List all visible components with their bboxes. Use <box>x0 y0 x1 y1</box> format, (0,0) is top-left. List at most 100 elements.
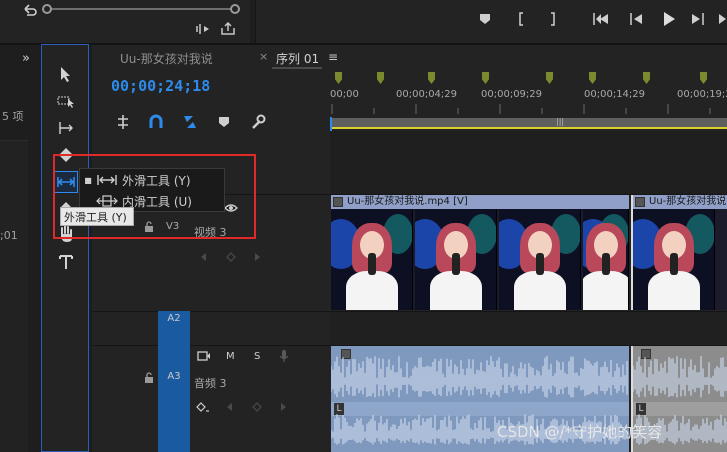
fx-badge-icon <box>333 197 343 207</box>
marker-icon <box>219 117 229 127</box>
fx-badge-icon <box>635 197 645 207</box>
wrench-icon <box>252 114 266 129</box>
undo-icon[interactable] <box>22 2 38 18</box>
export-frame-icon[interactable] <box>220 22 236 36</box>
clip-title: Uu-那女孩对我说 <box>649 196 727 207</box>
prev-keyframe-icon <box>227 403 232 411</box>
add-marker-icon[interactable] <box>478 12 492 26</box>
highlight-annotation <box>53 154 256 239</box>
items-count: 5 项 <box>2 110 24 123</box>
ruler-marker[interactable] <box>377 72 384 84</box>
microphone-icon[interactable] <box>279 349 289 363</box>
empty-track-area <box>330 131 727 194</box>
prev-keyframe-icon <box>201 253 206 261</box>
linked-selection-icon <box>184 116 196 128</box>
video-clip[interactable]: Uu-那女孩对我说.mp4 [V] <box>331 195 629 310</box>
go-to-out-icon[interactable] <box>718 12 727 26</box>
selection-tool-button[interactable] <box>55 63 77 85</box>
tools-panel <box>41 44 89 452</box>
ruler-marker[interactable] <box>482 72 489 84</box>
tab-close-icon[interactable]: × <box>259 50 268 63</box>
clip-title: Uu-那女孩对我说.mp4 [V] <box>347 196 468 207</box>
source-monitor-controls <box>0 0 250 43</box>
type-icon <box>59 255 73 269</box>
source-scrubber[interactable] <box>42 4 240 14</box>
ruler-ticks <box>331 104 711 114</box>
keyframe-nav <box>201 252 260 262</box>
active-tab-indicator <box>272 67 322 69</box>
insert-overwrite-icon <box>118 115 128 129</box>
ruler-marker[interactable] <box>700 72 707 84</box>
tab-project[interactable]: Uu-那女孩对我说 <box>120 50 213 67</box>
video-thumbnail <box>415 209 497 310</box>
clip-header: Uu-那女孩对我说.mp4 [V] <box>331 195 629 209</box>
tab-sequence[interactable]: 序列 01 <box>276 50 319 67</box>
add-marker-button[interactable] <box>214 112 234 132</box>
video-clip[interactable]: Uu-那女孩对我说 <box>631 195 727 310</box>
project-list-area: ;01 <box>0 140 28 452</box>
a3-track-label: A3 <box>167 371 181 382</box>
tab-menu-icon[interactable]: ≡ <box>328 50 338 64</box>
ruler-label: 00;00;19;2 <box>677 89 727 100</box>
snap-button[interactable] <box>146 112 166 132</box>
track-select-icon <box>57 96 74 108</box>
program-monitor-transport <box>255 0 727 43</box>
ruler-marker[interactable] <box>643 72 650 84</box>
ruler-label: 00;00;04;29 <box>396 89 458 100</box>
a2-track-target[interactable]: A2 <box>158 311 190 345</box>
scrubber-start-handle[interactable] <box>42 4 52 14</box>
add-keyframe-icon <box>252 402 262 412</box>
watermark: CSDN @/*守护她的笑容 <box>497 423 663 441</box>
a3-track-target[interactable]: A3 <box>158 345 190 452</box>
video-thumbnail <box>583 209 629 310</box>
ruler-marker[interactable] <box>335 72 342 84</box>
mute-button[interactable]: M <box>226 351 235 362</box>
play-icon[interactable] <box>661 11 677 27</box>
playhead[interactable] <box>330 117 332 131</box>
nest-toggle-button[interactable] <box>113 112 133 132</box>
track-select-tool-button[interactable] <box>55 90 77 112</box>
ruler-label: 00;00 <box>330 89 359 100</box>
linked-selection-button[interactable] <box>180 112 200 132</box>
audio-keyframe-nav <box>227 402 286 412</box>
ruler-marker[interactable] <box>428 72 435 84</box>
video-thumbnail <box>499 209 581 310</box>
partial-timecode: ;01 <box>0 229 18 242</box>
playhead-timecode[interactable]: 00;00;24;18 <box>111 77 210 95</box>
video-thumbnail <box>331 209 413 310</box>
timeline-tabs: Uu-那女孩对我说 × 序列 01 ≡ <box>92 45 727 69</box>
next-keyframe-icon <box>281 403 286 411</box>
step-back-icon[interactable] <box>628 12 644 26</box>
lock-icon[interactable] <box>144 372 154 384</box>
clip-header: Uu-那女孩对我说 <box>633 195 727 209</box>
ripple-edit-icon <box>59 122 73 134</box>
timeline-settings-button[interactable] <box>248 112 268 132</box>
work-area-bar[interactable]: ||| <box>330 117 727 129</box>
panel-expand-icon[interactable]: » <box>22 51 30 66</box>
keyframe-toggle-icon[interactable] <box>196 402 210 414</box>
solo-button[interactable]: S <box>254 351 260 362</box>
time-ruler[interactable]: 00;00 00;00;04;29 00;00;09;29 00;00;14;2… <box>330 68 727 118</box>
audio-output-icon[interactable] <box>195 22 211 36</box>
voice-over-icon[interactable] <box>197 351 211 361</box>
ruler-marker[interactable] <box>546 72 553 84</box>
a3-track-name: 音频 3 <box>194 377 227 390</box>
step-forward-icon[interactable] <box>690 12 706 26</box>
scrubber-end-handle[interactable] <box>230 4 240 14</box>
video-thumbnail <box>633 209 715 310</box>
ruler-marker[interactable] <box>589 72 596 84</box>
mark-in-icon[interactable] <box>514 12 528 26</box>
go-to-in-icon[interactable] <box>592 12 610 26</box>
next-keyframe-icon <box>255 253 260 261</box>
ruler-label: 00;00;14;29 <box>584 89 646 100</box>
magnet-icon <box>149 114 163 128</box>
work-area-grip-icon[interactable]: ||| <box>556 117 564 126</box>
ripple-edit-tool-button[interactable] <box>55 117 77 139</box>
a2-track-area <box>330 311 727 345</box>
add-keyframe-icon <box>226 252 236 262</box>
type-tool-button[interactable] <box>55 251 77 273</box>
ruler-label: 00;00;09;29 <box>481 89 543 100</box>
mark-out-icon[interactable] <box>546 12 560 26</box>
a2-track-label: A2 <box>167 313 181 324</box>
selection-arrow-icon <box>61 67 70 82</box>
